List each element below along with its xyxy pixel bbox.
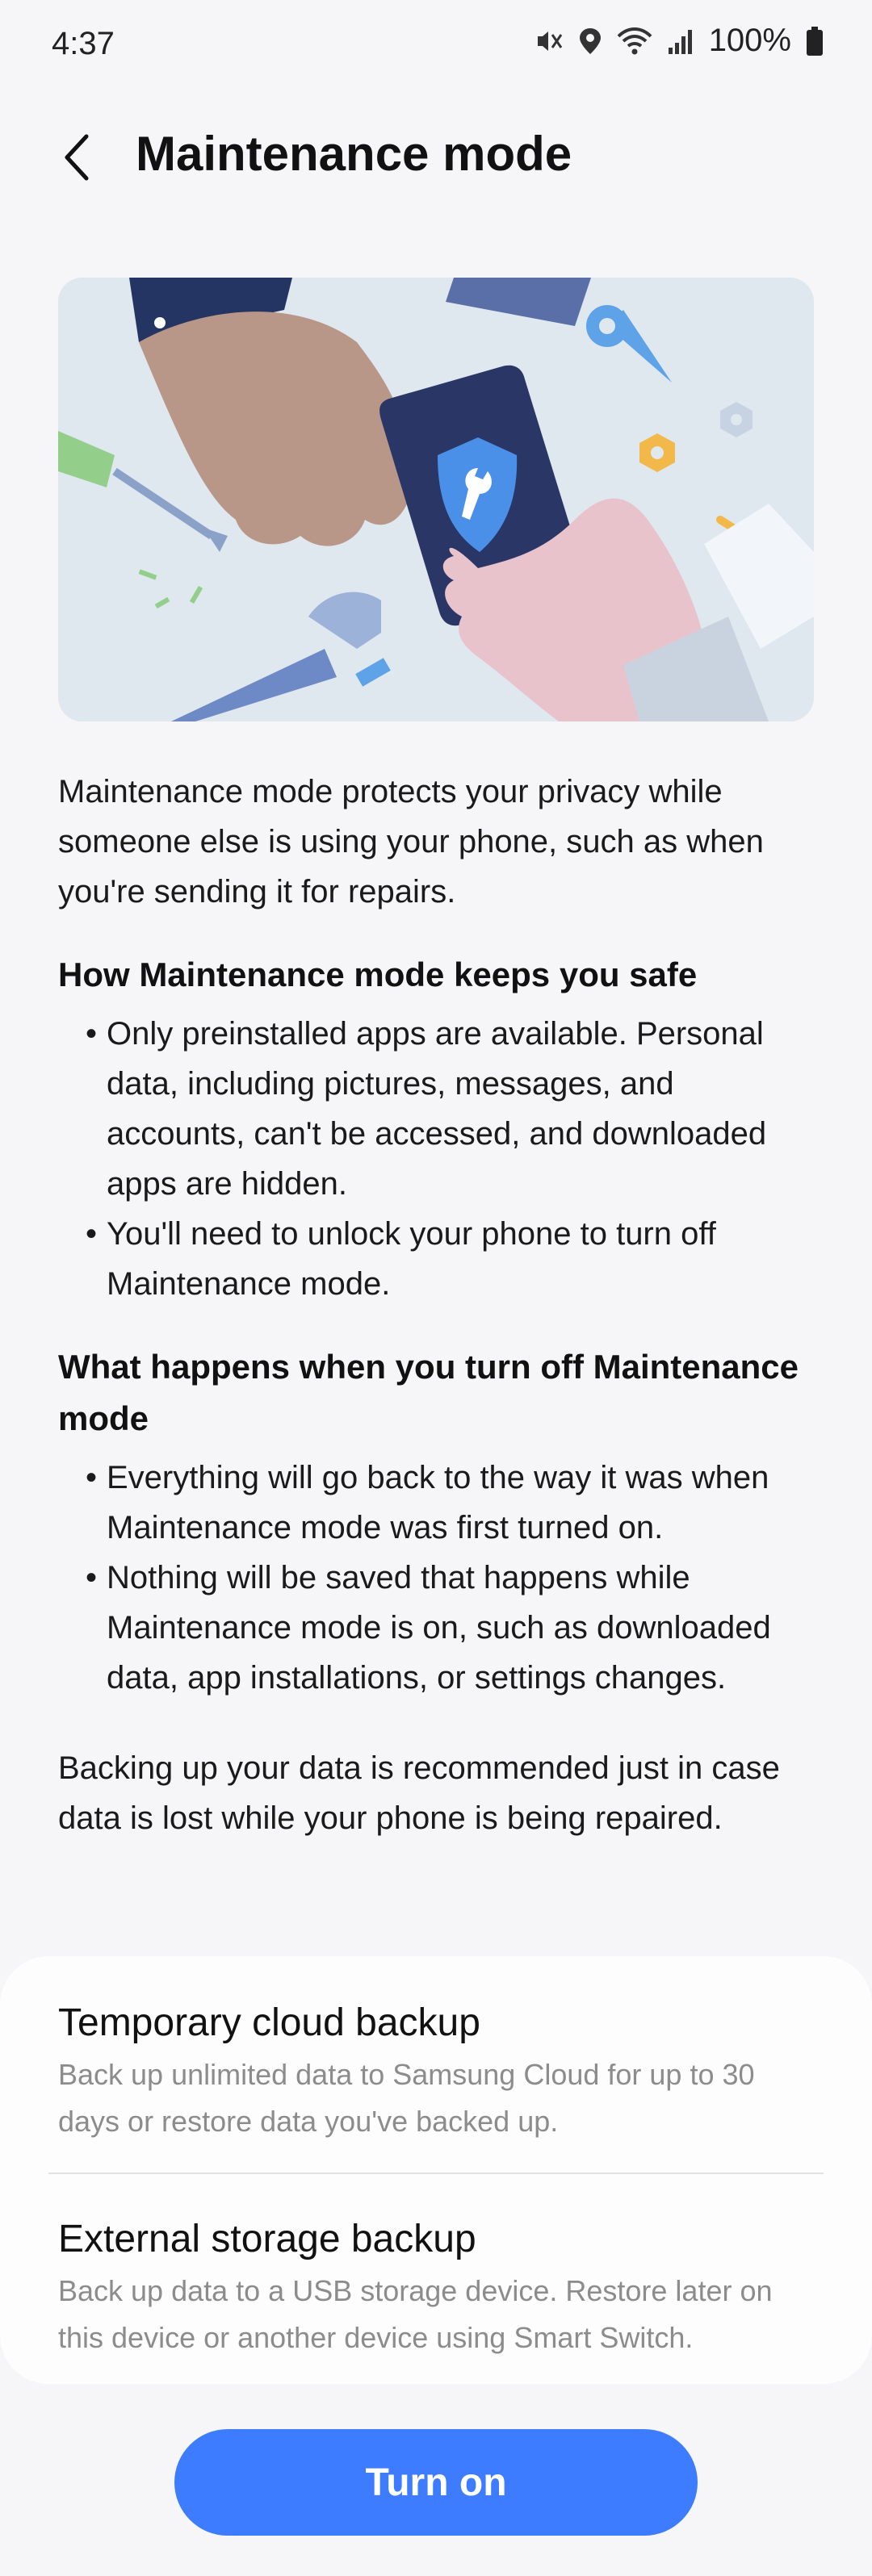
maintenance-illustration [58, 278, 814, 721]
description-section: Maintenance mode protects your privacy w… [58, 767, 817, 1843]
turn-on-button[interactable]: Turn on [174, 2429, 698, 2536]
battery-icon [807, 26, 823, 56]
divider [48, 2172, 824, 2174]
bullet-item: Nothing will be saved that happens while… [58, 1553, 817, 1703]
external-storage-backup-item[interactable]: External storage backup Back up data to … [58, 2211, 817, 2361]
back-button[interactable] [40, 121, 113, 194]
status-icons: 100% [535, 23, 824, 59]
status-time: 4:37 [52, 26, 115, 61]
temporary-cloud-backup-item[interactable]: Temporary cloud backup Back up unlimited… [58, 1995, 817, 2145]
option-title: External storage backup [58, 2218, 476, 2260]
option-subtitle: Back up data to a USB storage device. Re… [58, 2274, 773, 2354]
bullet-item: Only preinstalled apps are available. Pe… [58, 1009, 817, 1209]
bullet-item: Everything will go back to the way it wa… [58, 1453, 817, 1553]
option-subtitle: Back up unlimited data to Samsung Cloud … [58, 2058, 755, 2138]
battery-percent: 100% [708, 23, 791, 58]
outro-text: Backing up your data is recommended just… [58, 1750, 780, 1836]
page-title: Maintenance mode [136, 127, 572, 181]
section-heading-safety: How Maintenance mode keeps you safe [58, 956, 698, 993]
hero-illustration [58, 278, 814, 721]
backup-options-card: Temporary cloud backup Back up unlimited… [0, 1956, 872, 2384]
intro-text: Maintenance mode protects your privacy w… [58, 774, 764, 910]
section-heading-turn-off: What happens when you turn off Maintenan… [58, 1348, 799, 1437]
bullet-item: You'll need to unlock your phone to turn… [58, 1209, 817, 1309]
wifi-icon [617, 27, 652, 54]
signal-icon [668, 29, 692, 54]
status-bar: 4:37 100% [0, 0, 872, 89]
back-arrow-icon [65, 134, 89, 181]
location-icon [579, 27, 601, 54]
app-header: Maintenance mode [0, 113, 872, 202]
option-title: Temporary cloud backup [58, 2001, 480, 2044]
mute-vibrate-icon [537, 31, 562, 51]
